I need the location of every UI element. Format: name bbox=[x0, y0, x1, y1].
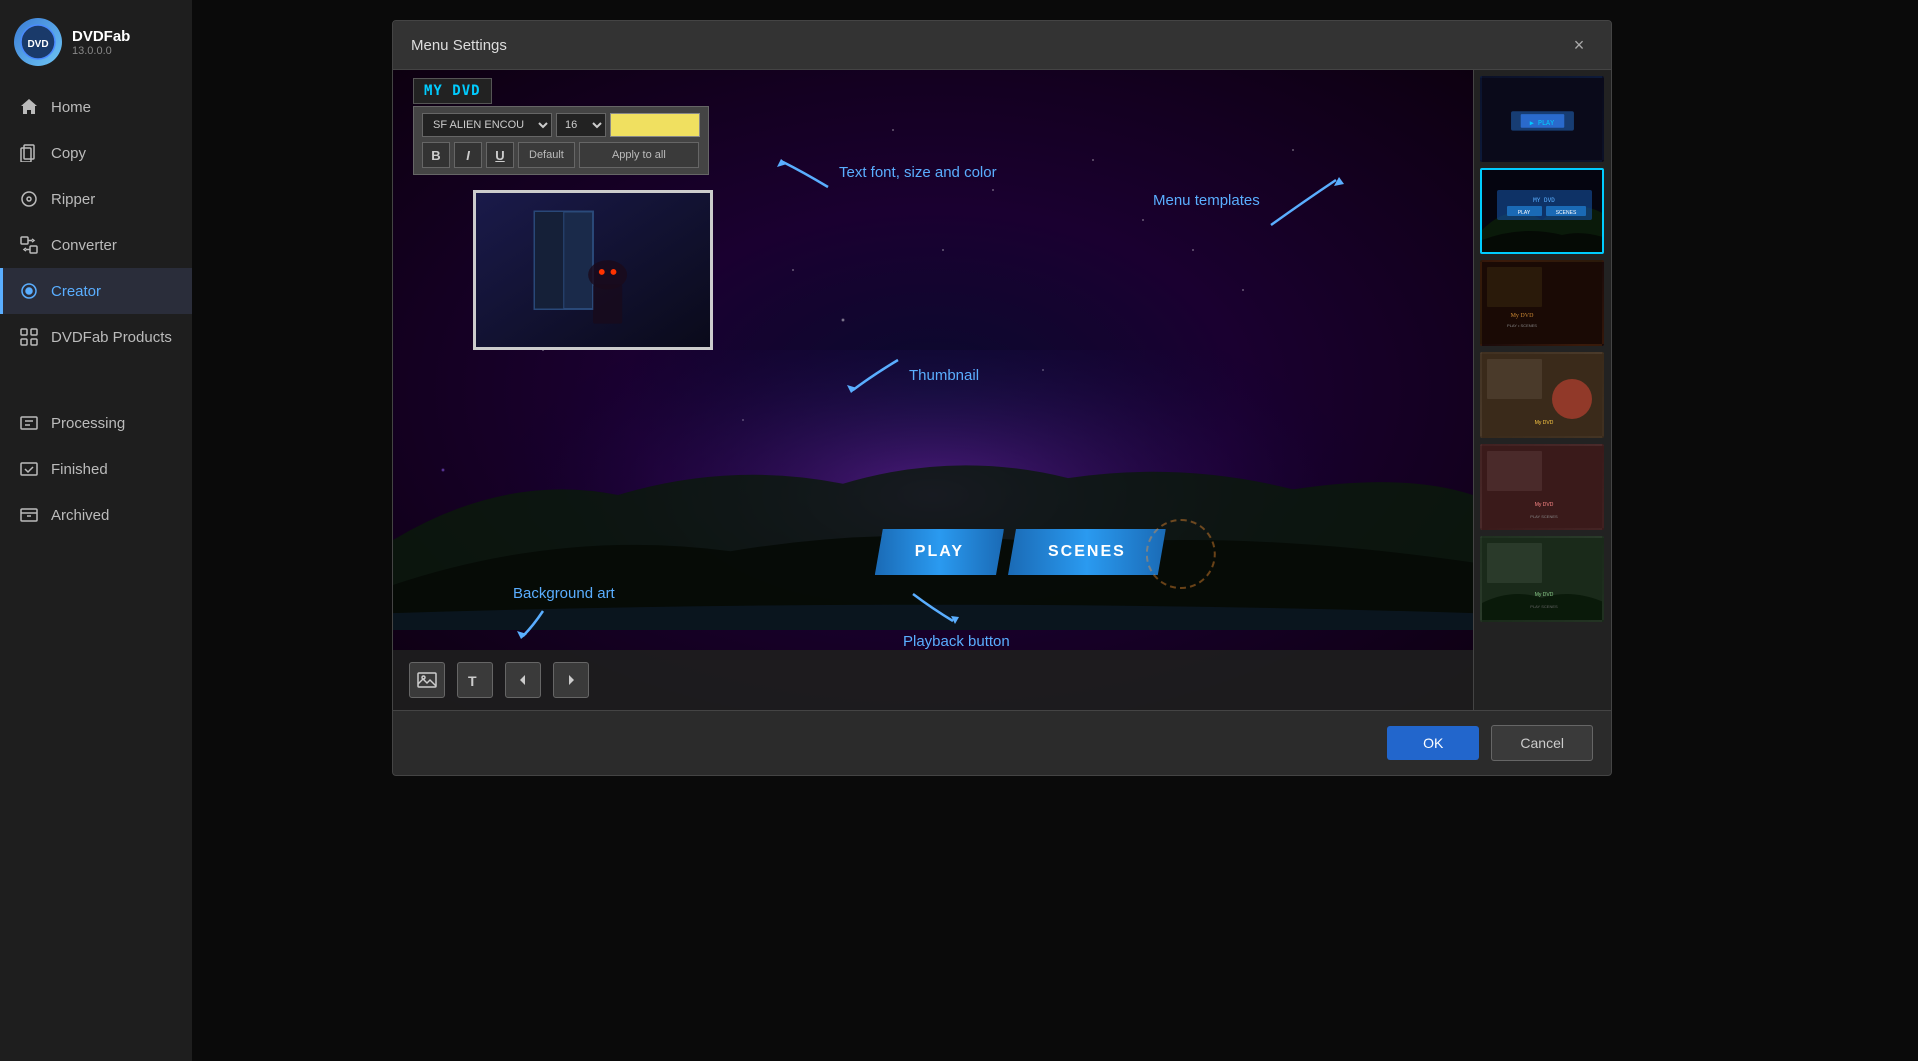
template-thumb-6[interactable]: My DVD PLAY SCENES bbox=[1480, 536, 1604, 622]
thumbnail-svg bbox=[476, 190, 710, 350]
play-button[interactable]: PLAY bbox=[875, 529, 1004, 575]
svg-text:SCENES: SCENES bbox=[1556, 210, 1577, 216]
next-template-button[interactable] bbox=[553, 662, 589, 698]
modal-overlay: Menu Settings × bbox=[192, 0, 1918, 1061]
sidebar: DVD DVDFab 13.0.0.0 Home Copy bbox=[0, 0, 192, 1061]
svg-text:MY DVD: MY DVD bbox=[1533, 197, 1555, 204]
sidebar-label-converter: Converter bbox=[51, 237, 117, 254]
template-6-preview: My DVD PLAY SCENES bbox=[1482, 538, 1604, 622]
sidebar-item-processing[interactable]: Processing bbox=[0, 400, 192, 446]
template-thumb-3[interactable]: My DVD PLAY • SCENES bbox=[1480, 260, 1604, 346]
svg-text:PLAY • SCENES: PLAY • SCENES bbox=[1507, 323, 1537, 328]
copy-icon bbox=[19, 143, 39, 163]
image-tool-button[interactable] bbox=[409, 662, 445, 698]
templates-sidebar: ▶ PLAY MY DVD PLAY bbox=[1473, 70, 1611, 710]
sidebar-item-converter[interactable]: Converter bbox=[0, 222, 192, 268]
sidebar-item-ripper[interactable]: Ripper bbox=[0, 176, 192, 222]
app-name-version: DVDFab 13.0.0.0 bbox=[72, 28, 130, 57]
underline-button[interactable]: U bbox=[486, 142, 514, 168]
sidebar-item-creator[interactable]: Creator bbox=[0, 268, 192, 314]
svg-text:My DVD: My DVD bbox=[1511, 313, 1535, 319]
ripper-icon bbox=[19, 189, 39, 209]
finished-icon bbox=[19, 459, 39, 479]
font-color-picker[interactable] bbox=[610, 113, 700, 137]
ok-button[interactable]: OK bbox=[1387, 726, 1479, 760]
template-thumb-4[interactable]: My DVD bbox=[1480, 352, 1604, 438]
chevron-right-icon bbox=[563, 672, 579, 688]
archived-icon bbox=[19, 505, 39, 525]
svg-text:PLAY: PLAY bbox=[1518, 210, 1531, 216]
modal-header: Menu Settings × bbox=[393, 21, 1611, 70]
modal-title: Menu Settings bbox=[411, 37, 507, 54]
font-row-1: SF ALIEN ENCOU 16 bbox=[422, 113, 700, 137]
font-size-select[interactable]: 16 bbox=[556, 113, 606, 137]
template-thumb-5[interactable]: My DVD PLAY SCENES bbox=[1480, 444, 1604, 530]
template-2-preview: MY DVD PLAY SCENES bbox=[1482, 170, 1604, 254]
sidebar-item-home[interactable]: Home bbox=[0, 84, 192, 130]
logo-icon: DVD bbox=[14, 18, 62, 66]
modal-footer: OK Cancel bbox=[393, 710, 1611, 775]
main-content: Menu Settings × bbox=[192, 0, 1918, 1061]
cancel-button[interactable]: Cancel bbox=[1491, 725, 1593, 761]
svg-text:My DVD: My DVD bbox=[1535, 592, 1554, 598]
preview-bottom-toolbar: T bbox=[393, 650, 1473, 710]
sidebar-label-finished: Finished bbox=[51, 461, 108, 478]
chevron-left-icon bbox=[515, 672, 531, 688]
preview-title-text[interactable]: MY DVD bbox=[413, 78, 492, 104]
home-icon bbox=[19, 97, 39, 117]
font-toolbar: SF ALIEN ENCOU 16 B I U Default bbox=[413, 106, 709, 175]
creator-icon bbox=[19, 281, 39, 301]
sidebar-label-processing: Processing bbox=[51, 415, 125, 432]
image-icon bbox=[417, 670, 437, 690]
template-thumb-2[interactable]: MY DVD PLAY SCENES bbox=[1480, 168, 1604, 254]
scenes-button[interactable]: SCENES bbox=[1008, 529, 1166, 575]
sidebar-label-archived: Archived bbox=[51, 507, 109, 524]
italic-button[interactable]: I bbox=[454, 142, 482, 168]
font-row-2: B I U Default Apply to all bbox=[422, 142, 700, 168]
svg-text:DVD: DVD bbox=[27, 39, 48, 50]
modal-close-button[interactable]: × bbox=[1565, 31, 1593, 59]
svg-text:▶ PLAY: ▶ PLAY bbox=[1530, 119, 1554, 127]
template-thumb-1[interactable]: ▶ PLAY bbox=[1480, 76, 1604, 162]
template-4-preview: My DVD bbox=[1482, 354, 1604, 438]
dvdfab-products-icon bbox=[19, 327, 39, 347]
sidebar-item-archived[interactable]: Archived bbox=[0, 492, 192, 538]
app-name: DVDFab bbox=[72, 28, 130, 45]
svg-text:T: T bbox=[468, 673, 477, 689]
sidebar-label-ripper: Ripper bbox=[51, 191, 95, 208]
preview-area: MY DVD SF ALIEN ENCOU 16 bbox=[393, 70, 1473, 710]
sidebar-item-finished[interactable]: Finished bbox=[0, 446, 192, 492]
svg-text:PLAY SCENES: PLAY SCENES bbox=[1530, 514, 1558, 519]
template-5-preview: My DVD PLAY SCENES bbox=[1482, 446, 1604, 530]
video-thumbnail bbox=[473, 190, 713, 350]
template-1-preview: ▶ PLAY bbox=[1482, 76, 1602, 162]
text-icon: T bbox=[465, 670, 485, 690]
sidebar-label-home: Home bbox=[51, 99, 91, 116]
landscape-svg bbox=[393, 350, 1473, 630]
bold-button[interactable]: B bbox=[422, 142, 450, 168]
font-family-select[interactable]: SF ALIEN ENCOU bbox=[422, 113, 552, 137]
sidebar-label-creator: Creator bbox=[51, 283, 101, 300]
prev-template-button[interactable] bbox=[505, 662, 541, 698]
svg-text:PLAY SCENES: PLAY SCENES bbox=[1530, 604, 1558, 609]
svg-text:My DVD: My DVD bbox=[1535, 502, 1554, 508]
menu-settings-modal: Menu Settings × bbox=[392, 20, 1612, 776]
modal-body: MY DVD SF ALIEN ENCOU 16 bbox=[393, 70, 1611, 710]
processing-icon bbox=[19, 413, 39, 433]
sidebar-label-dvdfab-products: DVDFab Products bbox=[51, 329, 172, 346]
text-tool-button[interactable]: T bbox=[457, 662, 493, 698]
template-3-preview: My DVD PLAY • SCENES bbox=[1482, 262, 1604, 346]
app-logo: DVD DVDFab 13.0.0.0 bbox=[0, 0, 192, 84]
sidebar-label-copy: Copy bbox=[51, 145, 86, 162]
app-version: 13.0.0.0 bbox=[72, 45, 130, 57]
sidebar-item-copy[interactable]: Copy bbox=[0, 130, 192, 176]
default-button[interactable]: Default bbox=[518, 142, 575, 168]
sidebar-item-dvdfab-products[interactable]: DVDFab Products bbox=[0, 314, 192, 360]
converter-icon bbox=[19, 235, 39, 255]
svg-text:My DVD: My DVD bbox=[1535, 420, 1554, 426]
playback-buttons-container: PLAY SCENES bbox=[875, 529, 1166, 575]
apply-to-all-button[interactable]: Apply to all bbox=[579, 142, 699, 168]
